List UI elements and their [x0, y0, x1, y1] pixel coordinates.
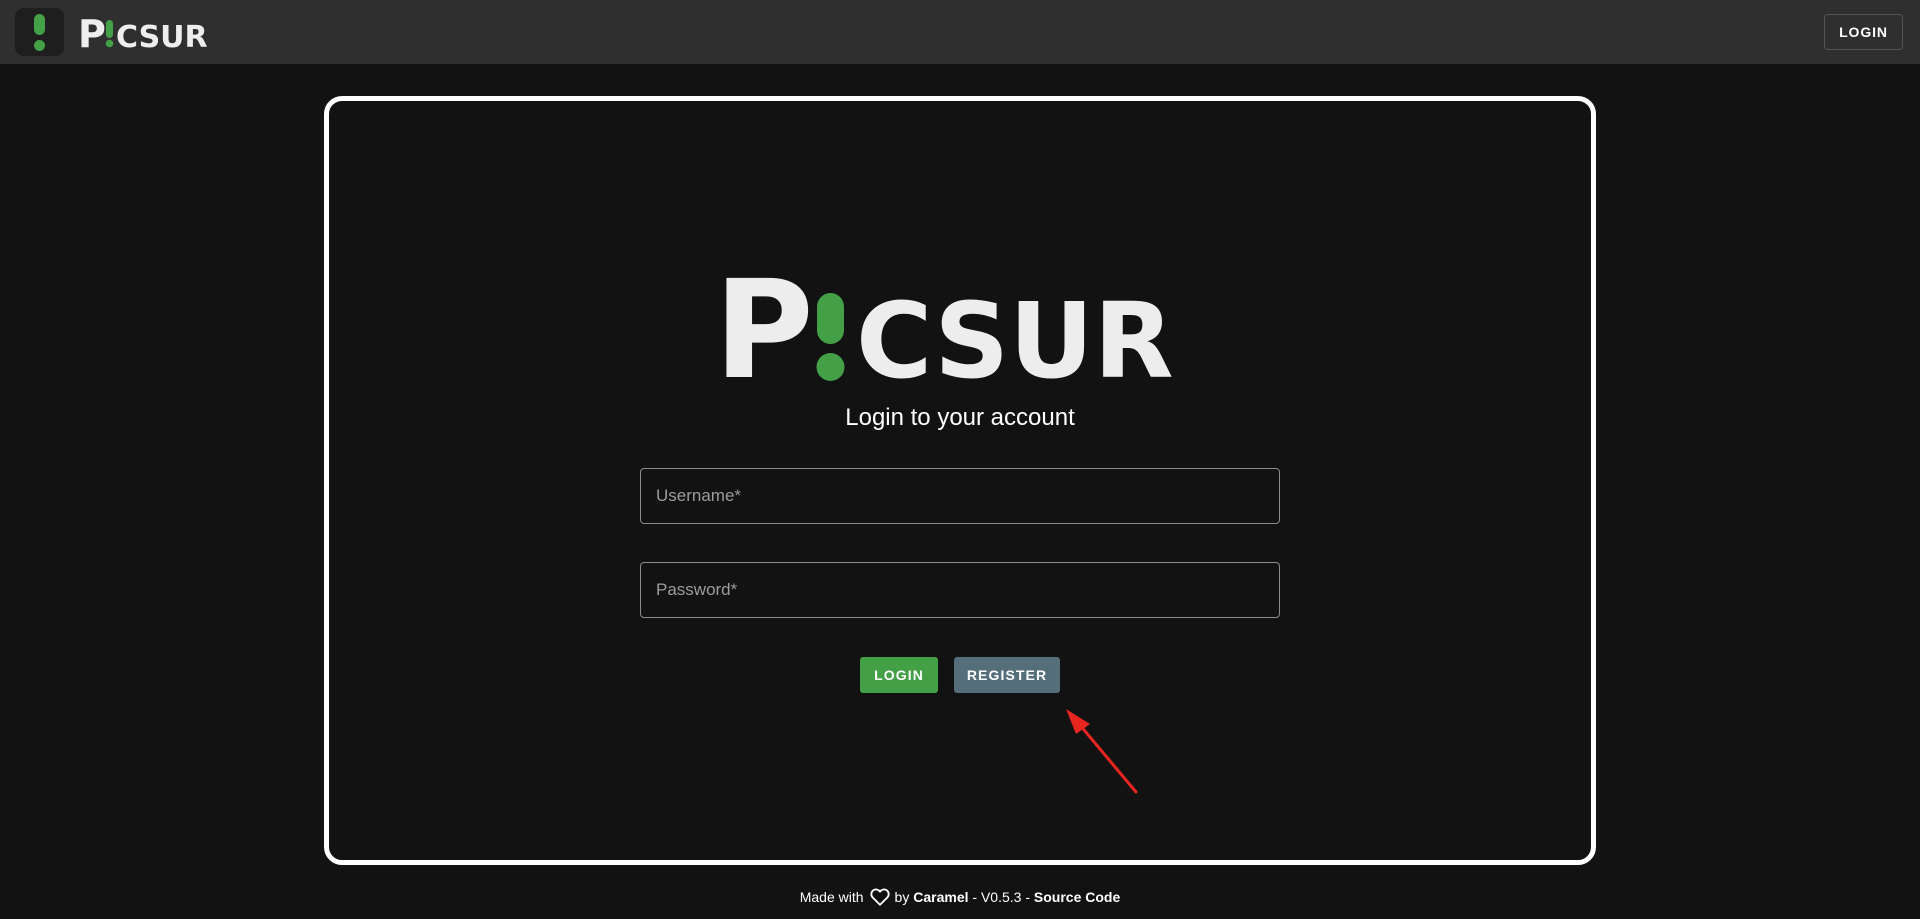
svg-text:P: P: [714, 263, 814, 385]
header-wordmark[interactable]: P CSUR: [78, 14, 216, 50]
header-login-button[interactable]: LOGIN: [1824, 14, 1903, 50]
footer-separator: -: [1021, 889, 1034, 905]
footer: Made with by Caramel - V0.5.3 - Source C…: [0, 887, 1920, 907]
username-placeholder: Username*: [656, 486, 742, 505]
logo-dot: [34, 39, 45, 51]
exclamation-logo-icon[interactable]: [15, 8, 64, 56]
login-subtitle: Login to your account: [845, 404, 1075, 431]
picsur-large-logo: P CSUR: [714, 263, 1174, 385]
svg-text:P: P: [78, 14, 106, 50]
footer-by: by: [894, 889, 910, 905]
password-input[interactable]: Password*: [640, 562, 1280, 618]
logo-bar: [34, 13, 45, 35]
login-button[interactable]: LOGIN: [860, 657, 938, 693]
svg-text:CSUR: CSUR: [116, 20, 208, 50]
password-placeholder: Password*: [656, 580, 738, 599]
heart-icon: [869, 888, 890, 906]
annotation-arrow: [1066, 709, 1138, 794]
footer-source-code-link[interactable]: Source Code: [1034, 889, 1120, 905]
footer-version: V0.5.3: [980, 889, 1022, 905]
top-app-bar: P CSUR LOGIN: [0, 0, 1920, 64]
footer-made-with: Made with: [799, 889, 864, 905]
register-button[interactable]: REGISTER: [954, 657, 1060, 693]
picsur-wordmark-logo: P CSUR: [78, 14, 208, 50]
footer-separator: -: [968, 889, 981, 905]
username-input[interactable]: Username*: [640, 468, 1280, 524]
footer-author-link[interactable]: Caramel: [913, 889, 968, 905]
svg-text:CSUR: CSUR: [856, 280, 1174, 385]
